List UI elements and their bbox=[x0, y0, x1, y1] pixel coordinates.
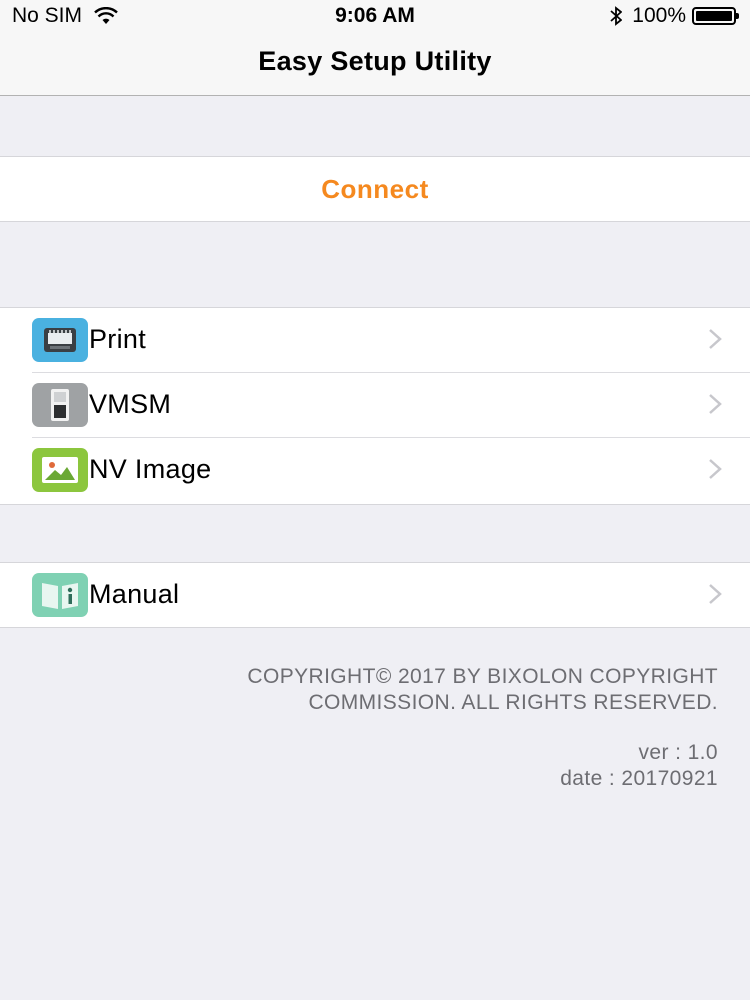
menu-item-label: Print bbox=[89, 324, 147, 354]
bluetooth-icon bbox=[610, 6, 623, 26]
image-icon bbox=[32, 448, 88, 492]
chevron-right-icon bbox=[709, 394, 722, 414]
page-title: Easy Setup Utility bbox=[258, 46, 492, 76]
footer: COPYRIGHT© 2017 BY BIXOLON COPYRIGHT COM… bbox=[158, 664, 718, 792]
menu-item-label: Manual bbox=[89, 579, 180, 609]
menu-item-print[interactable]: Print bbox=[0, 308, 750, 373]
chevron-right-icon bbox=[709, 584, 722, 604]
switch-icon bbox=[32, 383, 88, 427]
connect-button[interactable]: Connect bbox=[0, 157, 750, 221]
battery-percent: 100% bbox=[632, 4, 686, 27]
battery-icon bbox=[692, 7, 739, 25]
menu-item-vmsm[interactable]: VMSM bbox=[0, 372, 750, 438]
navigation-bar: Easy Setup Utility bbox=[0, 32, 750, 96]
copyright-text: COPYRIGHT© 2017 BY BIXOLON COPYRIGHT COM… bbox=[247, 665, 718, 714]
menu-section: Print VMSM NV Image bbox=[0, 307, 750, 505]
connect-section: Connect bbox=[0, 156, 750, 222]
book-info-icon bbox=[32, 573, 88, 617]
chevron-right-icon bbox=[709, 329, 722, 349]
version-text: ver : 1.0 bbox=[638, 741, 718, 764]
manual-section: Manual bbox=[0, 562, 750, 628]
status-bar: No SIM 9:06 AM 100% bbox=[0, 0, 750, 32]
connect-label: Connect bbox=[321, 173, 429, 204]
menu-item-nv-image[interactable]: NV Image bbox=[0, 437, 750, 503]
printer-icon bbox=[32, 318, 88, 362]
date-text: date : 20170921 bbox=[560, 767, 718, 790]
menu-item-label: VMSM bbox=[89, 389, 172, 419]
chevron-right-icon bbox=[709, 459, 722, 479]
battery-fill bbox=[696, 11, 732, 21]
menu-item-manual[interactable]: Manual bbox=[0, 563, 750, 628]
menu-item-label: NV Image bbox=[89, 454, 212, 484]
